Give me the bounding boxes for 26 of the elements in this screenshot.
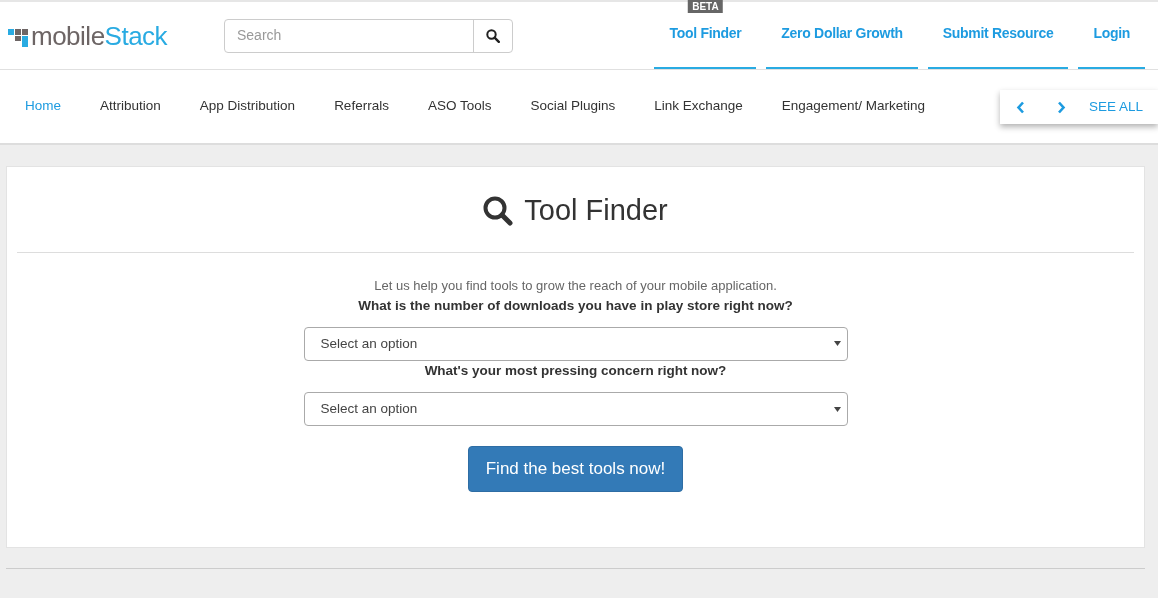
page-title: Tool Finder: [524, 192, 668, 228]
search-input[interactable]: Search: [225, 19, 473, 52]
dropdown-caret-icon: [833, 341, 841, 347]
beta-badge: BETA: [688, 0, 723, 13]
category-tab[interactable]: Engagement/ Marketing: [781, 96, 926, 117]
category-tab[interactable]: App Distribution: [199, 96, 296, 117]
category-tab[interactable]: Attribution: [100, 96, 161, 117]
search-icon: [486, 28, 500, 43]
select-value: Select an option: [320, 399, 418, 418]
category-tab[interactable]: ASO Tools: [427, 96, 492, 117]
question-label: What is the number of downloads you have in play store right now?: [357, 296, 794, 315]
intro-text: Let us help you find tools to grow the reach of your mobile application.: [373, 277, 778, 295]
search-icon: [483, 195, 515, 226]
question-label: What's your most pressing concern right now?: [423, 361, 728, 380]
chevron-right-icon: [1056, 100, 1066, 114]
search-field[interactable]: Search: [224, 18, 513, 53]
category-tab[interactable]: Referrals: [334, 96, 389, 117]
category-tab[interactable]: Link Exchange: [654, 96, 743, 117]
dropdown-caret-icon: [833, 406, 841, 412]
category-tab[interactable]: Social Plugins: [530, 96, 616, 117]
chevron-left-icon: [1015, 100, 1025, 114]
option-select[interactable]: Select an option: [303, 392, 848, 426]
logo-text[interactable]: mobileStack: [31, 22, 168, 49]
find-tools-button[interactable]: Find the best tools now!: [467, 446, 684, 492]
option-select[interactable]: Select an option: [303, 326, 848, 361]
select-value: Select an option: [320, 334, 418, 353]
